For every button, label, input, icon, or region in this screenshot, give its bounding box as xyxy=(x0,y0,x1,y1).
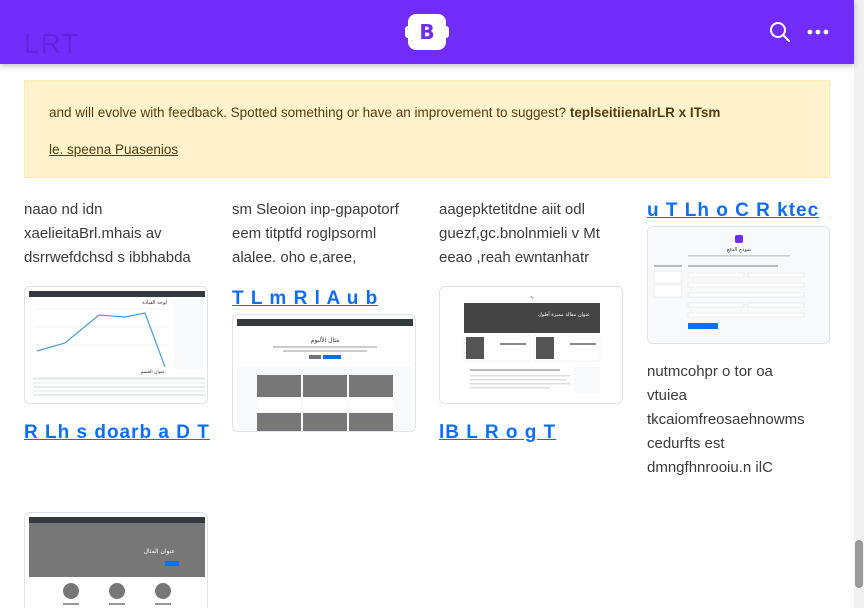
example-description: aagepktetitdne aiit odl guezf,gc.bnolnmi… xyxy=(439,198,600,270)
desc-line: nutmcohpr o tor oa xyxy=(647,363,773,380)
dashboard-thumbnail[interactable]: لوحة القيادة عنوان القسم xyxy=(24,286,208,404)
notice-alert: and will evolve with feedback. Spotted s… xyxy=(24,80,830,178)
example-description: sm Sleoion inp-gpapotorf eem titptfd rog… xyxy=(232,198,399,270)
desc-line: cedurfts est xyxy=(647,435,725,452)
desc-line: tkcaiomfreosaehnowms xyxy=(647,411,805,428)
page-title: LRT xyxy=(24,28,80,59)
example-description: naao nd idn xaelieitaBrl.mhais av dsrrwe… xyxy=(24,198,191,270)
svg-text:نموذج الدفع: نموذج الدفع xyxy=(727,247,752,253)
alert-strong-text: teplseitiienalrLR x ITsm xyxy=(569,105,721,120)
bootstrap-logo[interactable]: B xyxy=(405,14,449,50)
svg-text:عنوان المثال: عنوان المثال xyxy=(144,548,175,555)
more-horizontal-icon[interactable] xyxy=(806,20,830,44)
desc-line: aagepktetitdne aiit odl xyxy=(439,201,585,218)
desc-line: eeao ,reah ewntanhatr xyxy=(439,249,590,266)
example-description: nutmcohpr o tor oa vtuiea tkcaiomfreosae… xyxy=(647,360,805,480)
svg-text:عنوان القسم: عنوان القسم xyxy=(141,370,166,375)
svg-text:مثال الألبوم: مثال الألبوم xyxy=(311,336,340,344)
page: LRT B and will evolve with feedback. Spo… xyxy=(0,0,864,608)
desc-line: vtuiea xyxy=(647,387,688,404)
checkout-title-link[interactable]: u T Lh o C R ktec xyxy=(647,200,819,222)
svg-text:عنوان مقالة مميزة أطول: عنوان مقالة مميزة أطول xyxy=(538,311,590,318)
album-title-link[interactable]: T L m R l A u b xyxy=(232,288,378,310)
dashboard-title-link[interactable]: R Lh s doarb a D T xyxy=(24,422,210,444)
desc-line: alalee. oho e,aree, xyxy=(232,249,357,266)
desc-line: eem titptfd roglpsorml xyxy=(232,225,377,242)
logo-badge: B xyxy=(408,14,446,50)
scrollbar-track[interactable] xyxy=(854,0,864,608)
checkout-thumbnail[interactable]: نموذج الدفع xyxy=(647,226,830,344)
desc-line: dsrrwefdchsd s ibbhabda xyxy=(24,249,191,266)
blog-preview: ∿ عنوان مقالة مميزة أطول xyxy=(463,295,601,393)
blog-title-link[interactable]: lB L R o g T xyxy=(439,422,556,444)
album-thumbnail[interactable]: مثال الألبوم xyxy=(232,314,416,432)
checkout-preview: نموذج الدفع xyxy=(648,227,829,343)
alert-message: and will evolve with feedback. Spotted s… xyxy=(49,105,720,120)
carousel-thumbnail[interactable]: عنوان المثال xyxy=(24,512,208,608)
svg-text:∿: ∿ xyxy=(530,295,534,301)
desc-line: naao nd idn xyxy=(24,201,103,218)
blog-thumbnail[interactable]: ∿ عنوان مقالة مميزة أطول xyxy=(439,286,623,404)
svg-text:لوحة القيادة: لوحة القيادة xyxy=(142,300,167,306)
top-navbar: LRT B xyxy=(0,0,854,64)
album-preview: مثال الألبوم xyxy=(237,319,413,431)
desc-line: dmngfhnrooiu.n ilC xyxy=(647,459,773,476)
desc-line: guezf,gc.bnolnmieli v Mt xyxy=(439,225,600,242)
search-icon[interactable] xyxy=(768,20,792,44)
logo-letter: B xyxy=(419,20,435,44)
scrollbar-thumb[interactable] xyxy=(855,540,863,588)
carousel-preview: عنوان المثال xyxy=(29,517,205,605)
alert-text: and will evolve with feedback. Spotted s… xyxy=(49,105,567,120)
desc-line: xaelieitaBrl.mhais av xyxy=(24,225,162,242)
desc-line: sm Sleoion inp-gpapotorf xyxy=(232,201,399,218)
alert-link[interactable]: le. speena Puasenios xyxy=(49,142,178,157)
dashboard-preview: لوحة القيادة عنوان القسم xyxy=(29,291,205,396)
